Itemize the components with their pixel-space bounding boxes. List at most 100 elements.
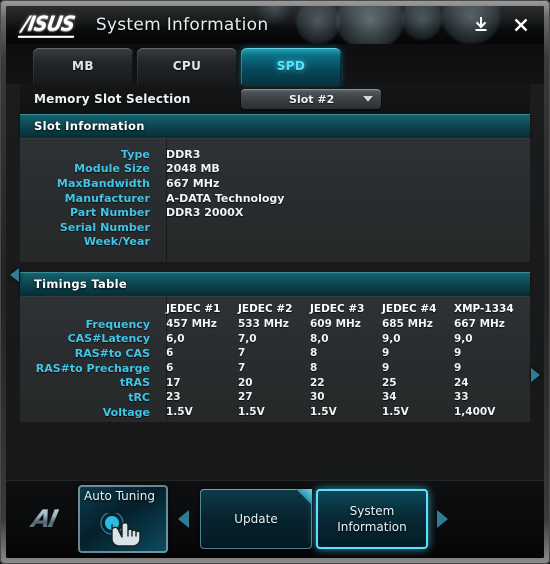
timings-cell: 1.5V (382, 406, 409, 419)
timings-cell: 1.5V (238, 406, 265, 419)
timings-cell: 6 (166, 347, 174, 360)
window-frame: /ISUS System Information MB CPU SPD Memo… (1, 1, 549, 563)
timings-cell: 34 (382, 391, 397, 404)
slot-info-value: A-DATA Technology (166, 191, 285, 205)
scroll-right-arrow[interactable] (531, 368, 540, 382)
timings-cell: 7 (238, 362, 246, 375)
timings-cell: 9,0 (454, 332, 473, 345)
asus-logo: /ISUS (17, 12, 79, 38)
memory-slot-dropdown[interactable]: Slot #2 (240, 89, 381, 109)
timings-column-header: JEDEC #4 (382, 303, 437, 316)
timings-column-header: JEDEC #1 (166, 303, 221, 316)
window-inner: /ISUS System Information MB CPU SPD Memo… (6, 6, 544, 558)
timings-cell: 609 MHz (310, 318, 361, 331)
timings-row: tRAS 17 20 22 25 24 (20, 375, 530, 390)
slot-info-row: Manufacturer A-DATA Technology (20, 191, 530, 206)
title-bar-left: /ISUS System Information (6, 6, 268, 44)
panel-divider (166, 138, 167, 262)
timings-row-key: Voltage (102, 405, 150, 419)
timings-cell: 33 (454, 391, 469, 404)
timings-row-cells: 6 7 8 9 9 (158, 347, 526, 359)
timings-cell: 23 (166, 391, 181, 404)
timings-cell: 9,0 (382, 332, 401, 345)
timings-table-panel: JEDEC #1 JEDEC #2 JEDEC #3 JEDEC #4 XMP-… (20, 296, 530, 422)
timings-row: CAS#Latency 6,0 7,0 8,0 9,0 9,0 (20, 331, 530, 346)
scroll-left-arrow[interactable] (10, 268, 19, 282)
timings-cell: 24 (454, 376, 469, 389)
timings-cell: 27 (238, 391, 253, 404)
memory-slot-selection-label: Memory Slot Selection (34, 92, 191, 106)
dock-prev-arrow[interactable] (178, 510, 189, 528)
asus-system-information-window: /ISUS System Information MB CPU SPD Memo… (0, 0, 550, 564)
timings-cell: 9 (382, 347, 390, 360)
dock-button-update-label: Update (234, 512, 278, 526)
timings-cell: 6,0 (166, 332, 185, 345)
timings-cell: 533 MHz (238, 318, 289, 331)
bokeh-decoration (402, 6, 442, 40)
auto-tuning-tile[interactable]: Auto Tuning (78, 485, 168, 553)
timings-cell: 7,0 (238, 332, 257, 345)
title-bar-controls (468, 6, 534, 44)
slot-information-panel: Type DDR3 Module Size 2048 MB MaxBandwid… (20, 138, 530, 262)
timings-row: RAS#to Precharge 6 7 8 9 9 (20, 361, 530, 376)
slot-info-key: Serial Number (59, 220, 150, 234)
timings-cell: 1.5V (166, 406, 193, 419)
timings-row-key: Frequency (85, 317, 150, 331)
timings-column-header: JEDEC #3 (310, 303, 365, 316)
auto-tuning-label: Auto Tuning (84, 489, 155, 503)
timings-row-cells: 457 MHz 533 MHz 609 MHz 685 MHz 667 MHz (158, 318, 526, 330)
timings-cell: 6 (166, 362, 174, 375)
panel-divider (166, 296, 167, 422)
slot-info-key: Manufacturer (64, 191, 150, 205)
title-bar: /ISUS System Information (6, 6, 544, 44)
timings-cell: 667 MHz (454, 318, 505, 331)
slot-info-key: Part Number (69, 206, 150, 220)
memory-slot-dropdown-value: Slot #2 (289, 92, 335, 106)
close-icon[interactable] (508, 12, 534, 38)
slot-info-key: Type (120, 147, 150, 161)
dock-button-system-information[interactable]: System Information (316, 489, 428, 549)
tab-strip: MB CPU SPD (6, 44, 544, 84)
dock-button-update[interactable]: Update (200, 489, 312, 549)
bokeh-decoration (336, 6, 404, 44)
timings-row-cells: 1.5V 1.5V 1.5V 1.5V 1,400V (158, 406, 526, 418)
tab-mb[interactable]: MB (33, 48, 133, 84)
dock-next-arrow[interactable] (437, 510, 448, 528)
timings-row-cells: 6,0 7,0 8,0 9,0 9,0 (158, 333, 526, 345)
timings-cell: 30 (310, 391, 325, 404)
tab-cpu[interactable]: CPU (137, 48, 237, 84)
window-title: System Information (95, 15, 269, 35)
timings-cell: 1,400V (454, 406, 496, 419)
slot-info-value: 667 MHz (166, 176, 220, 190)
chevron-down-icon (362, 96, 373, 102)
slot-info-row: MaxBandwidth 667 MHz (20, 176, 530, 191)
timings-table-heading: Timings Table (20, 272, 530, 296)
dock-button-system-information-label: System Information (337, 504, 407, 534)
memory-slot-selection-bar: Memory Slot Selection Slot #2 (20, 84, 530, 114)
timings-row: Frequency 457 MHz 533 MHz 609 MHz 685 MH… (20, 317, 530, 332)
slot-info-key: MaxBandwidth (56, 176, 150, 190)
timings-cell: 7 (238, 347, 246, 360)
timings-row-key: CAS#Latency (67, 332, 150, 346)
timings-column-header: JEDEC #2 (238, 303, 293, 316)
save-icon[interactable] (468, 12, 494, 38)
bokeh-decoration (296, 6, 340, 44)
timings-cell: 9 (454, 347, 462, 360)
timings-cell: 1.5V (310, 406, 337, 419)
slot-info-row: Part Number DDR3 2000X (20, 205, 530, 220)
fold-corner-icon (296, 489, 312, 505)
slot-info-value: DDR3 2000X (166, 206, 244, 220)
timings-row-key: RAS#to CAS (74, 346, 150, 360)
timings-row-key: RAS#to Precharge (35, 361, 150, 375)
timings-column-header: XMP-1334 (454, 303, 514, 316)
timings-header-row: JEDEC #1 JEDEC #2 JEDEC #3 JEDEC #4 XMP-… (20, 302, 530, 317)
timings-row-key: tRC (128, 390, 150, 404)
slot-information-heading: Slot Information (20, 114, 530, 138)
timings-cell: 9 (454, 362, 462, 375)
timings-cell: 22 (310, 376, 325, 389)
slot-info-row: Week/Year (20, 235, 530, 250)
slot-info-value: 2048 MB (166, 162, 220, 176)
timings-cell: 20 (238, 376, 253, 389)
tab-spd[interactable]: SPD (241, 48, 341, 84)
timings-row: Voltage 1.5V 1.5V 1.5V 1.5V 1,400V (20, 405, 530, 420)
